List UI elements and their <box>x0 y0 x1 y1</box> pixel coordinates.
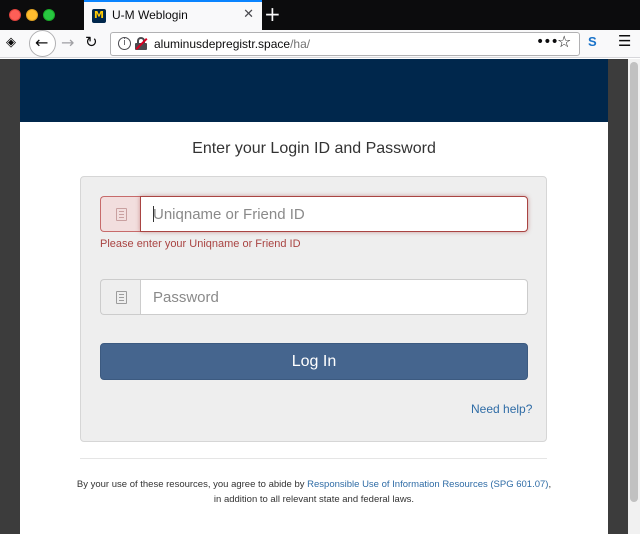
password-input-group <box>100 279 528 315</box>
back-button[interactable]: ← <box>29 30 56 57</box>
username-error-message: Please enter your Uniqname or Friend ID <box>100 238 301 250</box>
login-button[interactable]: Log In <box>100 343 528 380</box>
umich-favicon-icon <box>92 9 106 23</box>
responsible-use-link[interactable]: Responsible Use of Information Resources… <box>307 479 548 490</box>
browser-tab-bar: U-M Weblogin ✕ + <box>0 0 640 30</box>
text-caret <box>153 206 154 222</box>
reload-button[interactable]: ↻ <box>85 33 98 51</box>
page-actions-menu-icon[interactable]: ••• <box>536 34 559 50</box>
arrow-left-icon: ← <box>35 33 49 52</box>
username-addon <box>100 196 141 232</box>
password-addon <box>100 279 141 315</box>
window-minimize-button[interactable] <box>26 9 38 21</box>
footer-text-after: , <box>548 479 552 490</box>
url-domain: aluminusdepregistr.space <box>154 37 291 51</box>
address-bar[interactable]: i aluminusdepregistr.space/ha/ <box>110 32 580 56</box>
need-help-link[interactable]: Need help? <box>471 402 532 416</box>
new-tab-button[interactable]: + <box>264 2 281 26</box>
info-icon[interactable]: i <box>118 37 131 50</box>
insecure-lock-icon[interactable] <box>135 37 148 51</box>
lock-icon <box>116 291 127 304</box>
id-card-icon <box>116 208 127 221</box>
firefox-logo-icon[interactable]: ◈ <box>6 35 16 50</box>
footer-notice-line2: in addition to all relevant state and fe… <box>213 494 415 505</box>
url-text[interactable]: aluminusdepregistr.space/ha/ <box>154 37 310 51</box>
username-input[interactable] <box>140 196 528 232</box>
close-tab-icon[interactable]: ✕ <box>243 7 254 22</box>
divider <box>80 458 547 459</box>
site-header-banner <box>20 59 608 122</box>
window-zoom-button[interactable] <box>43 9 55 21</box>
forward-button[interactable]: → <box>61 33 74 52</box>
username-input-group <box>100 196 528 232</box>
page-title: Enter your Login ID and Password <box>192 140 436 157</box>
footer-notice: By your use of these resources, you agre… <box>0 479 628 490</box>
browser-tab[interactable]: U-M Weblogin ✕ <box>84 0 262 30</box>
url-path: /ha/ <box>290 37 311 51</box>
password-input[interactable] <box>140 279 528 315</box>
scrollbar-thumb[interactable] <box>630 62 638 502</box>
tab-title: U-M Weblogin <box>112 8 188 22</box>
extension-icon[interactable]: S <box>588 34 597 49</box>
window-close-button[interactable] <box>9 9 21 21</box>
bookmark-star-icon[interactable]: ☆ <box>557 32 571 51</box>
footer-text-before: By your use of these resources, you agre… <box>76 479 308 490</box>
hamburger-menu-icon[interactable]: ☰ <box>618 32 631 50</box>
